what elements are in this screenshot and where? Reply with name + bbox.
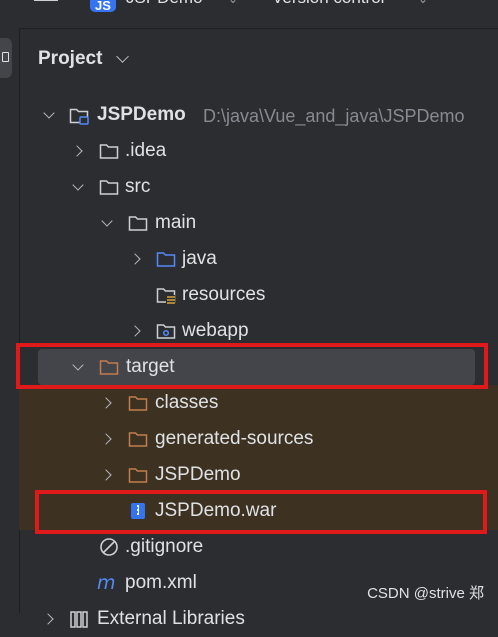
tree-row-resources[interactable]: resources: [19, 277, 498, 313]
tree-row-target-jspdemo[interactable]: JSPDemo: [19, 457, 498, 493]
expand-arrow-icon[interactable]: [129, 252, 143, 266]
tree-item-label: main: [155, 212, 197, 233]
tree-item-label: .gitignore: [125, 536, 204, 557]
tool-window-strip: [0, 28, 20, 613]
expand-arrow-icon[interactable]: [71, 144, 85, 158]
expand-arrow-icon[interactable]: [100, 432, 114, 446]
tree-row-generated-sources[interactable]: generated-sources: [19, 421, 498, 457]
chevron-down-icon: [116, 50, 129, 63]
folder-icon: [128, 213, 148, 233]
chevron-down-icon[interactable]: ⌄: [418, 0, 428, 6]
project-module-icon: [69, 105, 89, 125]
tree-item-label: java: [182, 248, 217, 269]
libraries-icon: [69, 609, 89, 629]
tree-item-label: .idea: [125, 140, 167, 161]
panel-title[interactable]: Project: [38, 48, 102, 70]
tree-item-label: classes: [155, 392, 219, 413]
tree-item-label: src: [125, 176, 151, 197]
chevron-down-icon[interactable]: ⌄: [228, 0, 238, 6]
project-root-label: JSPDemo: [97, 104, 186, 125]
tree-item-label: resources: [182, 284, 266, 305]
tree-item-label: External Libraries: [97, 608, 245, 629]
tree-item-label: pom.xml: [125, 572, 197, 593]
source-folder-icon: [156, 249, 176, 269]
highlight-box-target: [16, 343, 488, 389]
excluded-folder-icon: [128, 465, 148, 485]
watermark: CSDN @strive 郑: [367, 585, 484, 602]
main-menu-icon[interactable]: [34, 0, 58, 10]
excluded-folder-icon: [128, 393, 148, 413]
expand-arrow-icon[interactable]: [129, 324, 143, 338]
ignore-file-icon: [99, 537, 119, 557]
project-tool-button[interactable]: [0, 38, 12, 78]
tree-row-idea[interactable]: .idea: [19, 133, 498, 169]
excluded-folder-icon: [128, 429, 148, 449]
maven-icon: m: [97, 573, 117, 593]
folder-icon: [2, 52, 9, 62]
highlight-box-war: [35, 490, 487, 534]
tree-row-java[interactable]: java: [19, 241, 498, 277]
expand-arrow-icon[interactable]: [100, 468, 114, 482]
svg-text:m: m: [97, 573, 116, 593]
tree-row-gitignore[interactable]: .gitignore: [19, 529, 498, 565]
project-badge[interactable]: JS: [90, 0, 116, 13]
version-control-selector[interactable]: Version control: [272, 0, 384, 8]
project-selector[interactable]: JSPDemo: [126, 0, 203, 8]
expand-arrow-icon[interactable]: [42, 108, 56, 122]
expand-arrow-icon[interactable]: [42, 612, 56, 626]
panel-view-dropdown[interactable]: [116, 48, 130, 68]
resources-folder-icon: [156, 285, 176, 305]
tree-row-project-root[interactable]: JSPDemo D:\java\Vue_and_java\JSPDemo: [19, 97, 498, 133]
expand-arrow-icon[interactable]: [71, 180, 85, 194]
expand-arrow-icon[interactable]: [100, 396, 114, 410]
web-folder-icon: [156, 321, 176, 341]
tree-row-main[interactable]: main: [19, 205, 498, 241]
main-toolbar: JS JSPDemo ⌄ Version control ⌄: [0, 0, 498, 29]
tree-row-external-libraries[interactable]: External Libraries: [19, 601, 498, 637]
tree-item-label: JSPDemo: [155, 464, 241, 485]
tree-item-label: webapp: [182, 320, 249, 341]
tree-row-classes[interactable]: classes: [19, 385, 498, 421]
folder-icon: [99, 141, 119, 161]
folder-icon: [99, 177, 119, 197]
project-root-path: D:\java\Vue_and_java\JSPDemo: [203, 106, 465, 126]
tree-item-label: generated-sources: [155, 428, 314, 449]
expand-arrow-icon[interactable]: [100, 216, 114, 230]
tree-row-src[interactable]: src: [19, 169, 498, 205]
